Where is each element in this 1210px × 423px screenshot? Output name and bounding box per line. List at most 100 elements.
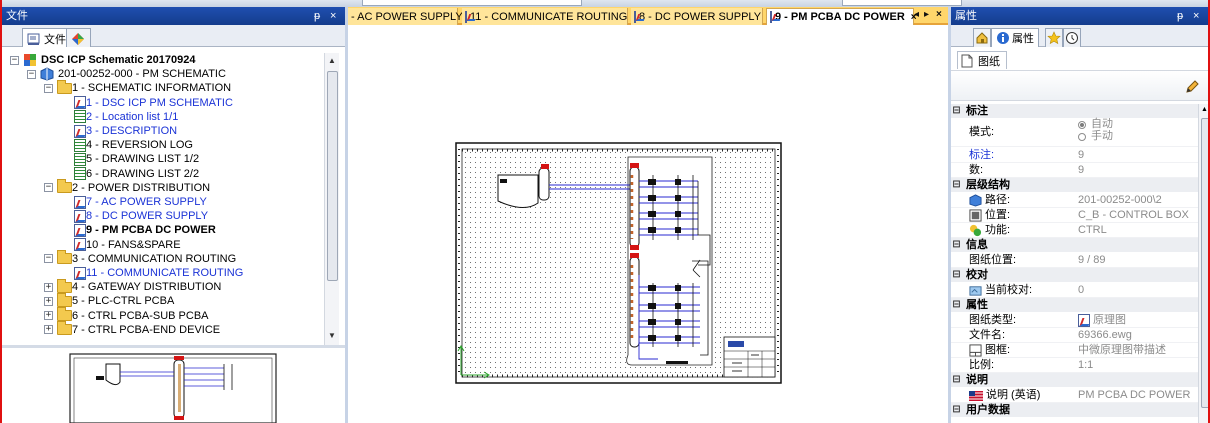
toolbar-field[interactable]	[362, 0, 582, 6]
tree-leaf[interactable]: 4 - REVERSION LOG	[74, 138, 193, 152]
properties-scrollbar[interactable]: ▲	[1198, 104, 1208, 423]
radio-icon[interactable]	[1078, 120, 1086, 129]
property-row[interactable]: 当前校对: 0	[951, 283, 1198, 298]
document-tab[interactable]: 8 - DC POWER SUPPLY×	[631, 8, 773, 25]
mode-radio-option[interactable]: 手动	[1078, 130, 1113, 143]
tree-label: DSC ICP Schematic 20170924	[41, 54, 196, 66]
tree-node[interactable]: +4 - GATEWAY DISTRIBUTION	[44, 278, 221, 294]
tab-devices[interactable]	[66, 28, 91, 47]
property-row[interactable]: 位置: C_B - CONTROL BOX	[951, 208, 1198, 223]
document-tab[interactable]: 9 - PM PCBA DC POWER ×	[766, 8, 917, 25]
expand-icon[interactable]: +	[44, 296, 53, 306]
tree-leaf[interactable]: 11 - COMMUNICATE ROUTING	[74, 266, 243, 280]
tree-leaf[interactable]: 1 - DSC ICP PM SCHEMATIC	[74, 96, 233, 110]
property-category[interactable]: ⊟ 属性	[951, 298, 1198, 312]
tree-leaf[interactable]: 5 - DRAWING LIST 1/2	[74, 152, 199, 166]
collapse-icon[interactable]: −	[44, 83, 53, 93]
tree-node[interactable]: − 3 - COMMUNICATION ROUTING	[44, 250, 236, 266]
tree-label: 1 - SCHEMATIC INFORMATION	[72, 82, 232, 95]
schematic-canvas[interactable]	[348, 25, 948, 423]
property-row[interactable]: 模式: 自动 手动	[951, 118, 1198, 147]
property-row[interactable]: 比例: 1:1	[951, 358, 1198, 373]
property-value-text: 9 / 89	[1078, 254, 1106, 266]
panel-splitter[interactable]	[2, 345, 345, 348]
collapse-icon[interactable]: ⊟	[951, 178, 962, 192]
tree-scroll-thumb[interactable]	[327, 71, 338, 281]
close-icon[interactable]: ×	[1193, 7, 1199, 25]
property-category[interactable]: ⊟ 说明	[951, 373, 1198, 387]
tab-properties[interactable]: 属性	[991, 28, 1039, 47]
tree-leaf[interactable]: 9 - PM PCBA DC POWER	[74, 223, 216, 237]
property-row[interactable]: 图纸位置: 9 / 89	[951, 253, 1198, 268]
property-row[interactable]: 标注: 9	[951, 148, 1198, 163]
collapse-icon[interactable]: ⊟	[951, 403, 962, 417]
tree-leaf[interactable]: 10 - FANS&SPARE	[74, 238, 181, 252]
property-category[interactable]: ⊟ 标注	[951, 104, 1198, 118]
property-row[interactable]: 文件名: 69366.ewg	[951, 328, 1198, 343]
tab-close-icon[interactable]: ×	[911, 12, 917, 23]
expand-icon[interactable]: +	[44, 311, 53, 321]
tree-leaf[interactable]: 7 - AC POWER SUPPLY	[74, 195, 207, 209]
collapse-icon[interactable]: −	[44, 254, 53, 264]
tab-close-all-icon[interactable]: ×	[936, 9, 942, 20]
scroll-up-icon[interactable]: ▲	[1201, 106, 1208, 113]
properties-scroll-thumb[interactable]	[1201, 118, 1208, 408]
collapse-icon[interactable]: ⊟	[951, 104, 962, 118]
property-row[interactable]: 功能: CTRL	[951, 223, 1198, 238]
collapse-icon[interactable]: −	[27, 69, 36, 79]
preview-thumbnail	[69, 353, 277, 423]
tab-next-icon[interactable]: ▸	[924, 9, 929, 20]
property-row[interactable]: 数: 9	[951, 163, 1198, 178]
property-value: 9	[1078, 148, 1084, 163]
edit-pencil-icon[interactable]	[1184, 79, 1200, 95]
scroll-down-icon[interactable]: ▼	[328, 331, 336, 340]
project-tree[interactable]: − DSC ICP Schematic 20170924−201-00252-00…	[6, 53, 324, 343]
collapse-icon[interactable]: ⊟	[951, 268, 962, 282]
property-row[interactable]: 图框: 中微原理图带描述	[951, 343, 1198, 358]
tab-favorites[interactable]	[1045, 28, 1063, 47]
property-key-label: 比例:	[969, 359, 995, 371]
property-category[interactable]: ⊟ 校对	[951, 268, 1198, 282]
collapse-icon[interactable]: −	[10, 55, 19, 65]
property-category[interactable]: ⊟ 用户数据	[951, 403, 1198, 417]
tab-sheet[interactable]: 图纸	[957, 51, 1007, 69]
property-grid[interactable]: ⊟ 标注 模式: 自动 手动 标注: 9 数: 9 ⊟ 层级结构 路径: 201-00252-000\2…	[951, 104, 1198, 423]
tree-node[interactable]: − 1 - SCHEMATIC INFORMATION	[44, 79, 232, 95]
collapse-icon[interactable]: ⊟	[951, 298, 962, 312]
tree-node[interactable]: − DSC ICP Schematic 20170924	[10, 53, 196, 67]
expand-icon[interactable]: +	[44, 325, 53, 335]
collapse-icon[interactable]: ⊟	[951, 373, 962, 387]
property-category[interactable]: ⊟ 信息	[951, 238, 1198, 252]
property-key: 图纸类型:	[969, 313, 1016, 328]
document-tab[interactable]: - AC POWER SUPPLY×	[348, 8, 475, 25]
pin-icon[interactable]: ᵽ	[1177, 7, 1183, 25]
document-tab[interactable]: 11 - COMMUNICATE ROUTING×	[462, 8, 639, 25]
toolbar-field[interactable]	[842, 0, 962, 6]
tree-leaf[interactable]: 8 - DC POWER SUPPLY	[74, 209, 208, 223]
tab-files[interactable]: 文件	[22, 28, 72, 47]
property-row[interactable]: 图纸类型: 原理图	[951, 313, 1198, 328]
grid-sheet-icon	[74, 138, 86, 152]
collapse-icon[interactable]: ⊟	[951, 238, 962, 252]
tree-leaf[interactable]: 6 - DRAWING LIST 2/2	[74, 167, 199, 181]
property-key-label: 图框:	[985, 344, 1011, 356]
close-icon[interactable]: ×	[330, 7, 336, 25]
property-category[interactable]: ⊟ 层级结构	[951, 178, 1198, 192]
collapse-icon[interactable]: −	[44, 183, 53, 193]
tab-home[interactable]	[973, 28, 991, 47]
expand-icon[interactable]: +	[44, 282, 53, 292]
property-row[interactable]: 说明 (英语) PM PCBA DC POWER	[951, 388, 1198, 403]
tree-node[interactable]: − 2 - POWER DISTRIBUTION	[44, 179, 210, 195]
tree-leaf[interactable]: 2 - Location list 1/1	[74, 110, 178, 124]
tab-history[interactable]	[1063, 28, 1081, 47]
property-row[interactable]: 路径: 201-00252-000\2	[951, 193, 1198, 208]
tree-leaf[interactable]: 3 - DESCRIPTION	[74, 124, 177, 138]
schematic-sheet-icon	[74, 266, 86, 280]
tree-node[interactable]: +7 - CTRL PCBA-END DEVICE	[44, 321, 220, 337]
schematic-drawing[interactable]	[348, 25, 948, 423]
pin-icon[interactable]: ᵽ	[314, 7, 320, 25]
radio-icon[interactable]	[1078, 132, 1086, 141]
tree-node[interactable]: +6 - CTRL PCBA-SUB PCBA	[44, 307, 209, 323]
tree-scrollbar[interactable]: ▲ ▼	[324, 53, 339, 345]
scroll-up-icon[interactable]: ▲	[328, 56, 336, 65]
